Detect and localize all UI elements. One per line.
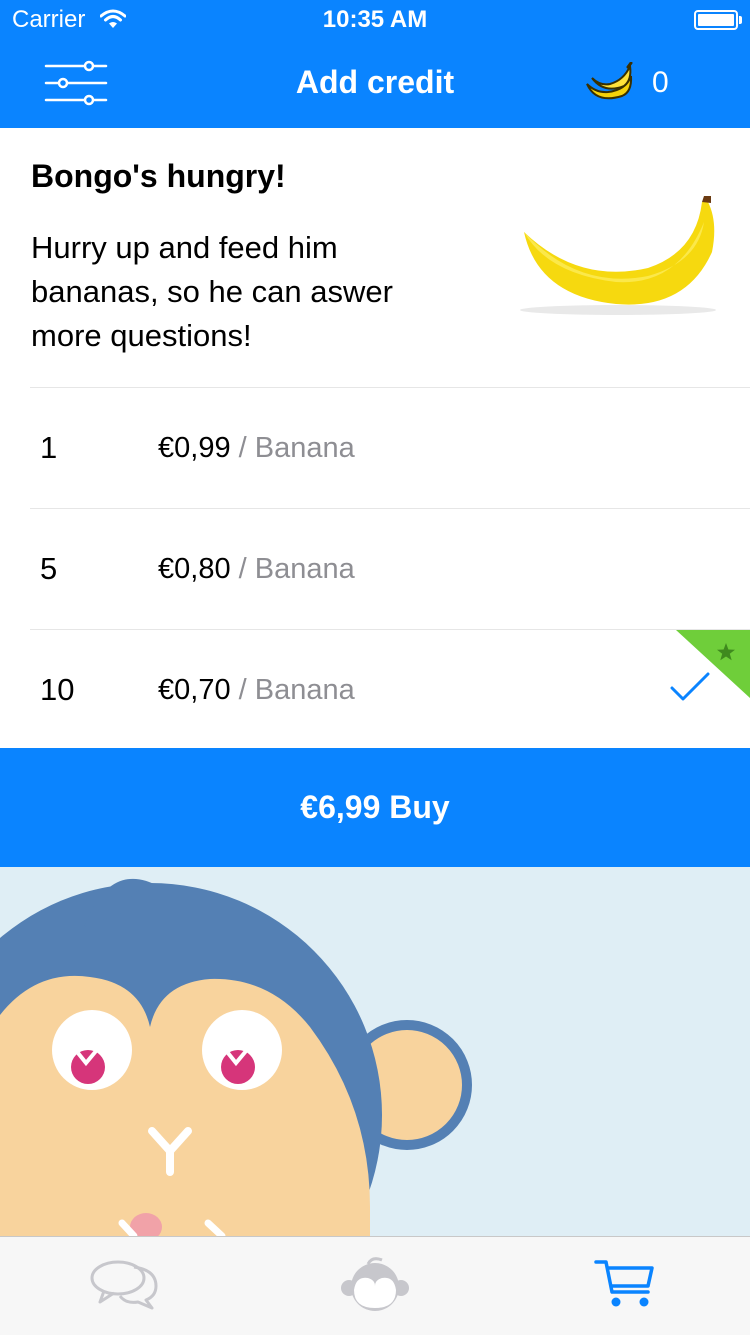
offer-quantity: 5	[40, 551, 58, 586]
offer-price-value: €0,70	[158, 674, 231, 706]
intro-section: Bongo's hungry! Hurry up and feed him ba…	[0, 128, 750, 386]
banana-icon	[584, 61, 634, 111]
offer-price-value: €0,99	[158, 432, 231, 464]
tab-bar	[0, 1236, 750, 1335]
offer-price: €0,99 / Banana	[158, 432, 355, 465]
status-bar: Carrier 10:35 AM	[0, 0, 750, 40]
tab-monkey[interactable]	[250, 1237, 500, 1335]
clock: 10:35 AM	[322, 6, 428, 33]
navigation-bar: Add credit 0	[0, 40, 750, 128]
page-title: Add credit	[295, 64, 455, 100]
checkmark-icon	[670, 672, 710, 707]
offer-price: €0,80 / Banana	[158, 553, 355, 586]
offer-unit: / Banana	[238, 432, 355, 464]
offer-quantity: 1	[40, 430, 58, 465]
offer-price: €0,70 / Banana	[158, 674, 355, 707]
banana-count: 0	[652, 66, 669, 99]
offer-price-value: €0,80	[158, 553, 231, 585]
offer-quantity: 10	[40, 672, 75, 707]
chat-bubbles-icon	[90, 1258, 160, 1315]
battery-icon	[694, 10, 742, 30]
offer-unit: / Banana	[238, 674, 355, 706]
offer-unit: / Banana	[238, 553, 355, 585]
mascot-illustration	[0, 867, 750, 1236]
tab-chat[interactable]	[0, 1237, 250, 1335]
tab-shop[interactable]	[500, 1237, 750, 1335]
intro-body: Hurry up and feed him bananas, so he can…	[31, 230, 393, 353]
shopping-cart-icon	[594, 1258, 656, 1315]
buy-button[interactable]: €6,99 Buy	[0, 748, 750, 867]
offer-list: 1 €0,99 / Banana 5 €0,80 / Banana 10 €0,…	[0, 387, 750, 750]
monkey-icon	[340, 1256, 410, 1317]
buy-button-label: €6,99 Buy	[300, 789, 450, 825]
intro-heading: Bongo's hungry!	[31, 158, 286, 194]
offer-row-1[interactable]: 1 €0,99 / Banana	[30, 387, 750, 508]
offer-row-5[interactable]: 5 €0,80 / Banana	[30, 508, 750, 629]
offer-row-10[interactable]: 10 €0,70 / Banana	[30, 629, 750, 750]
banana-illustration	[518, 192, 722, 325]
